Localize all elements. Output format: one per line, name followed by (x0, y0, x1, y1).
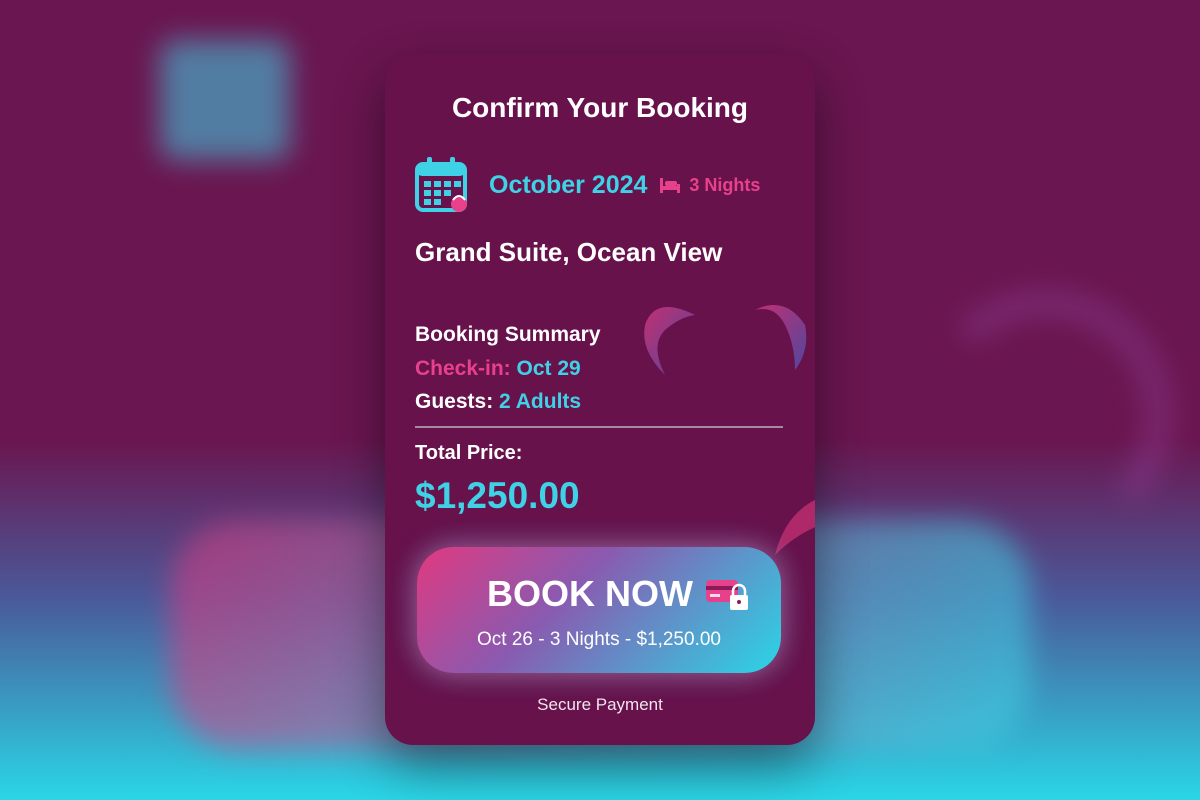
booking-card: Confirm Your Booking October 2024 3 Nigh… (385, 55, 815, 745)
guests-label: Guests: (415, 390, 494, 413)
book-now-button[interactable]: BOOK NOW Oct 26 - 3 Nights - $1,250.00 (417, 547, 781, 673)
secure-payment-text: Secure Payment (537, 695, 663, 714)
booking-month: October 2024 (489, 170, 648, 199)
room-name: Grand Suite, Ocean View (415, 237, 723, 267)
total-price-label: Total Price: (415, 442, 523, 464)
calendar-icon (415, 157, 467, 212)
checkin-line: Check-in: Oct 29 (415, 357, 581, 381)
checkin-value: Oct 29 (516, 357, 581, 380)
guests-value: 2 Adults (499, 390, 582, 413)
decorative-swirl (644, 305, 807, 375)
page-title: Confirm Your Booking (451, 92, 749, 123)
background-calendar-shape (160, 40, 290, 160)
date-row: October 2024 3 Nights (415, 155, 760, 215)
card-lock-icon (705, 580, 748, 610)
total-price-value: $1,250.00 (415, 475, 580, 516)
checkin-label: Check-in: (415, 357, 511, 380)
background-swirl (920, 290, 1172, 542)
bed-icon (660, 178, 681, 193)
nights-count: 3 Nights (689, 174, 761, 195)
guests-line: Guests: 2 Adults (415, 390, 581, 414)
summary-heading: Booking Summary (415, 323, 601, 346)
book-now-details: Oct 26 - 3 Nights - $1,250.00 (477, 629, 721, 650)
book-now-label-row: BOOK NOW (417, 573, 781, 615)
book-now-label: BOOK NOW (487, 573, 693, 614)
divider (415, 426, 783, 428)
